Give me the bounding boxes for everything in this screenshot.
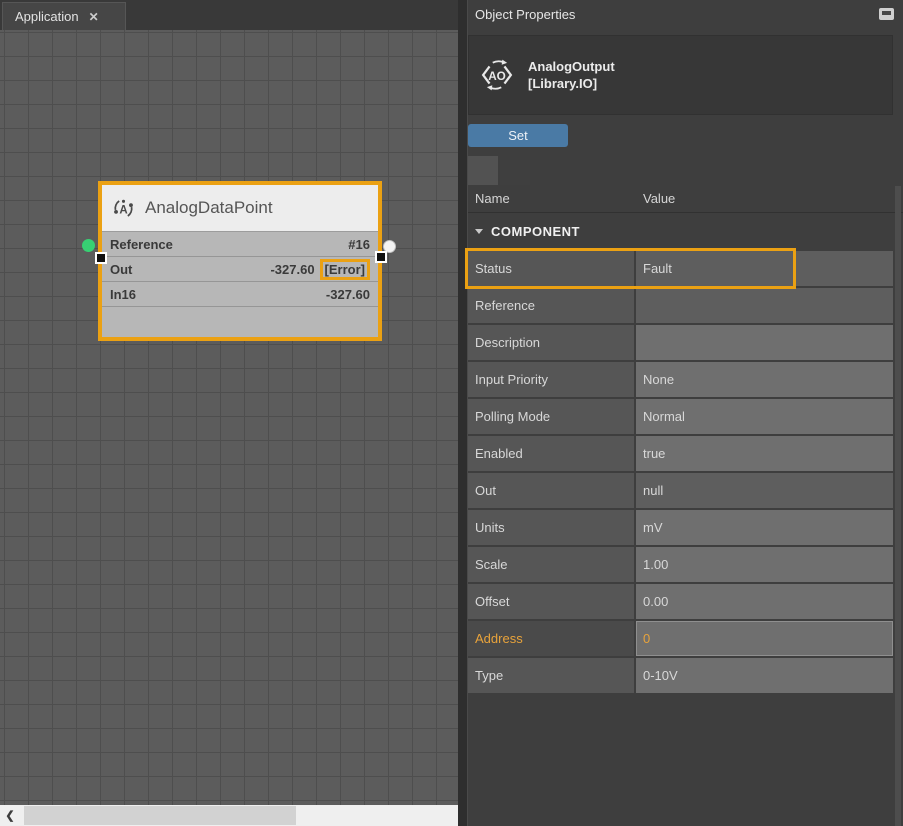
svg-text:A: A [119,204,127,216]
resize-handle-left[interactable] [95,252,107,264]
property-row[interactable]: Type 0-10V [468,658,893,693]
property-row[interactable]: Units mV [468,510,893,545]
window-restore-icon[interactable] [879,8,894,20]
scrollbar-thumb[interactable] [24,806,296,825]
scrollbar-left-arrow-icon[interactable]: ❮ [0,805,20,826]
property-name-cell: Units [468,510,634,545]
property-value-cell[interactable]: 0.00 [636,584,893,619]
property-name-cell: Description [468,325,634,360]
section-component[interactable]: COMPONENT [468,213,903,249]
ao-icon: AO [478,59,516,91]
property-value-cell[interactable]: mV [636,510,893,545]
property-row[interactable]: Description [468,325,893,360]
diagram-editor-pane: Application ✕ A AnalogDataPoint Refer [0,0,458,826]
block-port-name: Out [110,262,132,277]
property-row[interactable]: Out null [468,473,893,508]
property-value-cell[interactable]: None [636,362,893,397]
object-properties-panel: Object Properties AO AnalogOutput [Libra… [467,0,903,826]
property-value-cell[interactable]: Normal [636,399,893,434]
block-port-row[interactable]: Out -327.60 [Error] [102,257,378,282]
block-port-name: Reference [110,237,173,252]
property-grid: Status Fault Reference Description Input… [468,251,903,693]
property-value-cell[interactable]: null [636,473,893,508]
property-value-cell[interactable]: 0 [636,621,893,656]
properties-tab[interactable] [500,160,530,185]
diagram-canvas[interactable]: A AnalogDataPoint Reference #16 Out -327… [0,30,458,805]
block-port-row[interactable]: Reference #16 [102,232,378,257]
grid-column-headers: Name Value [468,185,903,213]
property-value-cell[interactable]: 0-10V [636,658,893,693]
column-header-name: Name [468,191,634,206]
property-row[interactable]: Offset 0.00 [468,584,893,619]
property-row[interactable]: Reference [468,288,893,323]
property-row[interactable]: Scale 1.00 [468,547,893,582]
editor-tab-bar: Application ✕ [0,0,458,30]
input-connector-green[interactable] [82,239,95,252]
block-title: AnalogDataPoint [145,198,273,218]
property-name-cell: Address [468,621,634,656]
properties-tab[interactable] [468,156,498,185]
property-value-cell[interactable] [636,325,893,360]
property-name-cell: Input Priority [468,362,634,397]
panel-title: Object Properties [475,7,575,22]
analog-datapoint-icon: A [112,197,135,220]
block-port-value: #16 [348,237,370,252]
property-name-cell: Out [468,473,634,508]
properties-scrollbar[interactable] [895,186,901,826]
property-value-cell[interactable]: Fault [636,251,893,286]
error-badge: [Error] [320,259,370,280]
property-row[interactable]: Address 0 [468,621,893,656]
property-name-cell: Reference [468,288,634,323]
close-icon[interactable]: ✕ [89,10,99,24]
block-port-name: In16 [110,287,136,302]
svg-text:AO: AO [488,70,506,83]
tab-application-label: Application [15,9,79,24]
property-name-cell: Polling Mode [468,399,634,434]
horizontal-scrollbar[interactable]: ❮ [0,805,458,826]
resize-handle-right[interactable] [375,251,387,263]
object-library: [Library.IO] [528,75,615,92]
properties-tabs [468,156,903,185]
property-row[interactable]: Input Priority None [468,362,893,397]
property-name-cell: Status [468,251,634,286]
section-label: COMPONENT [491,224,580,239]
object-name: AnalogOutput [528,58,615,75]
property-value-cell[interactable]: true [636,436,893,471]
property-name-cell: Offset [468,584,634,619]
property-value-cell[interactable]: 1.00 [636,547,893,582]
property-row[interactable]: Enabled true [468,436,893,471]
analog-datapoint-block[interactable]: A AnalogDataPoint Reference #16 Out -327… [98,181,382,341]
property-name-cell: Type [468,658,634,693]
property-row[interactable]: Status Fault [468,251,893,286]
column-header-value: Value [636,191,893,206]
block-port-row[interactable]: In16 -327.60 [102,282,378,307]
object-header: AO AnalogOutput [Library.IO] [468,35,893,115]
block-footer [102,307,378,337]
property-row[interactable]: Polling Mode Normal [468,399,893,434]
set-button[interactable]: Set [468,124,568,147]
property-value-cell[interactable] [636,288,893,323]
panel-title-bar: Object Properties [468,0,903,28]
collapse-arrow-icon[interactable] [475,229,483,234]
block-port-value: -327.60 [270,262,314,277]
tab-application[interactable]: Application ✕ [2,2,126,30]
block-header[interactable]: A AnalogDataPoint [102,185,378,232]
block-port-value: -327.60 [326,287,370,302]
block-port-list: Reference #16 Out -327.60 [Error] In16 -… [102,232,378,307]
property-name-cell: Enabled [468,436,634,471]
property-name-cell: Scale [468,547,634,582]
